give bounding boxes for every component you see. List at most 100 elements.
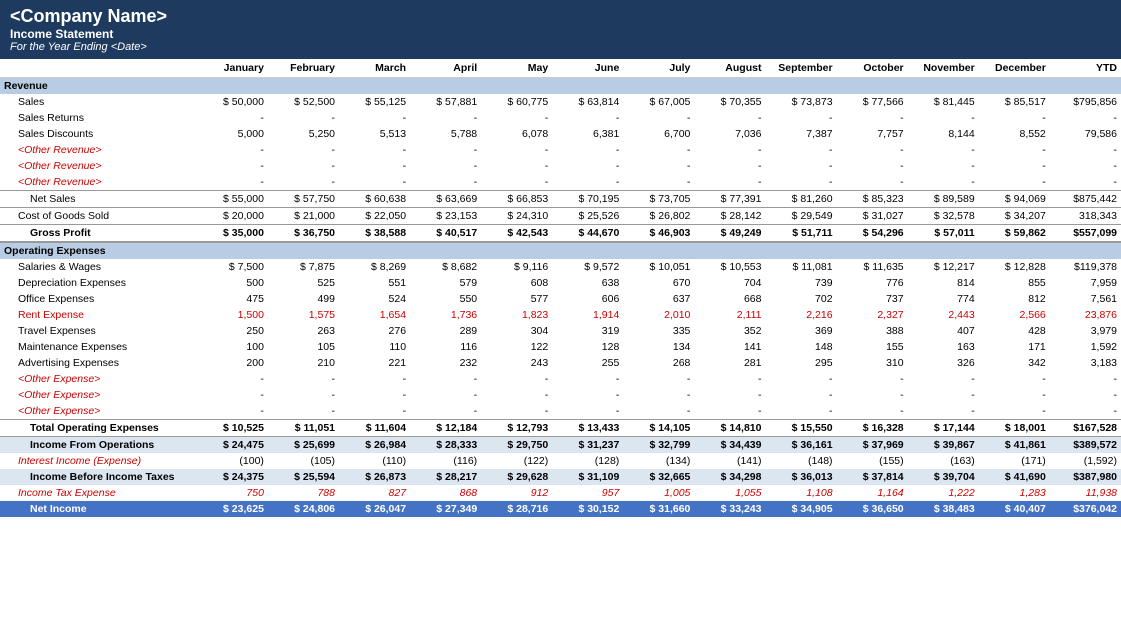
row-value: -	[410, 142, 481, 158]
row-value: -	[694, 158, 765, 174]
row-value: $ 49,249	[694, 225, 765, 243]
row-value: $376,042	[1050, 501, 1121, 517]
row-value: 263	[268, 323, 339, 339]
row-value: -	[410, 387, 481, 403]
table-row: <Other Revenue>-------------	[0, 174, 1121, 191]
row-value: 1,592	[1050, 339, 1121, 355]
row-value: $ 11,081	[765, 259, 836, 275]
header-january: January	[197, 59, 268, 78]
row-value: $ 8,682	[410, 259, 481, 275]
row-value: -	[837, 371, 908, 387]
row-value: 7,959	[1050, 275, 1121, 291]
row-value: 702	[765, 291, 836, 307]
row-value: 335	[623, 323, 694, 339]
row-value: -	[1050, 110, 1121, 126]
row-value: $ 32,799	[623, 437, 694, 454]
row-value: 200	[197, 355, 268, 371]
row-value: 2,443	[908, 307, 979, 323]
table-row: <Other Expense>-------------	[0, 403, 1121, 420]
row-value: 1,654	[339, 307, 410, 323]
row-value: (1,592)	[1050, 453, 1121, 469]
row-value: $ 7,500	[197, 259, 268, 275]
row-value: $ 25,526	[552, 208, 623, 225]
row-value: $ 34,298	[694, 469, 765, 485]
row-value: -	[979, 158, 1050, 174]
row-value: -	[623, 110, 694, 126]
row-value: 739	[765, 275, 836, 291]
row-value: 1,823	[481, 307, 552, 323]
row-value: 304	[481, 323, 552, 339]
row-value: -	[837, 403, 908, 420]
row-value: 155	[837, 339, 908, 355]
row-value: 6,700	[623, 126, 694, 142]
table-row: Sales Returns-------------	[0, 110, 1121, 126]
row-value: -	[908, 387, 979, 403]
row-value: (141)	[694, 453, 765, 469]
row-value: (110)	[339, 453, 410, 469]
row-value: 250	[197, 323, 268, 339]
row-value: $ 55,000	[197, 191, 268, 208]
row-value: -	[979, 110, 1050, 126]
row-value: 7,757	[837, 126, 908, 142]
row-value: $ 27,349	[410, 501, 481, 517]
row-value: -	[1050, 403, 1121, 420]
row-value: -	[481, 158, 552, 174]
row-label: Net Income	[0, 501, 197, 517]
row-value: -	[481, 174, 552, 191]
row-value: 2,010	[623, 307, 694, 323]
section-header-label: Revenue	[0, 78, 1121, 95]
row-value: $ 57,750	[268, 191, 339, 208]
row-value: 668	[694, 291, 765, 307]
row-value: 1,283	[979, 485, 1050, 501]
row-value: 1,108	[765, 485, 836, 501]
row-value: -	[339, 110, 410, 126]
report-subtitle: For the Year Ending <Date>	[10, 41, 1111, 53]
table-row: Depreciation Expenses5005255515796086386…	[0, 275, 1121, 291]
row-value: (148)	[765, 453, 836, 469]
section-header-row: Revenue	[0, 78, 1121, 95]
row-value: $ 32,578	[908, 208, 979, 225]
row-value: $ 31,660	[623, 501, 694, 517]
row-value: $ 29,628	[481, 469, 552, 485]
row-value: $ 36,750	[268, 225, 339, 243]
row-value: $ 11,051	[268, 420, 339, 437]
row-value: $ 57,881	[410, 94, 481, 110]
row-value: $ 36,161	[765, 437, 836, 454]
row-value: 8,552	[979, 126, 1050, 142]
row-value: $ 15,550	[765, 420, 836, 437]
row-value: -	[268, 110, 339, 126]
header-september: September	[765, 59, 836, 78]
row-value: -	[1050, 387, 1121, 403]
row-value: -	[979, 387, 1050, 403]
row-value: 276	[339, 323, 410, 339]
row-value: -	[1050, 174, 1121, 191]
row-value: -	[979, 174, 1050, 191]
row-value: -	[552, 371, 623, 387]
row-value: 105	[268, 339, 339, 355]
row-value: 550	[410, 291, 481, 307]
row-value: -	[339, 371, 410, 387]
row-value: -	[623, 158, 694, 174]
row-value: 5,000	[197, 126, 268, 142]
row-value: 788	[268, 485, 339, 501]
row-value: $ 77,391	[694, 191, 765, 208]
row-value: -	[694, 387, 765, 403]
row-label: Total Operating Expenses	[0, 420, 197, 437]
row-value: $ 77,566	[837, 94, 908, 110]
row-value: $ 36,013	[765, 469, 836, 485]
row-value: 3,183	[1050, 355, 1121, 371]
row-label: Office Expenses	[0, 291, 197, 307]
row-value: -	[268, 387, 339, 403]
row-value: -	[694, 371, 765, 387]
row-value: 1,164	[837, 485, 908, 501]
row-value: $ 38,588	[339, 225, 410, 243]
row-value: 2,111	[694, 307, 765, 323]
row-value: 500	[197, 275, 268, 291]
row-value: $ 37,969	[837, 437, 908, 454]
row-value: 524	[339, 291, 410, 307]
row-value: $ 21,000	[268, 208, 339, 225]
row-value: 310	[837, 355, 908, 371]
table-row: <Other Revenue>-------------	[0, 142, 1121, 158]
row-value: $ 73,873	[765, 94, 836, 110]
row-value: 855	[979, 275, 1050, 291]
